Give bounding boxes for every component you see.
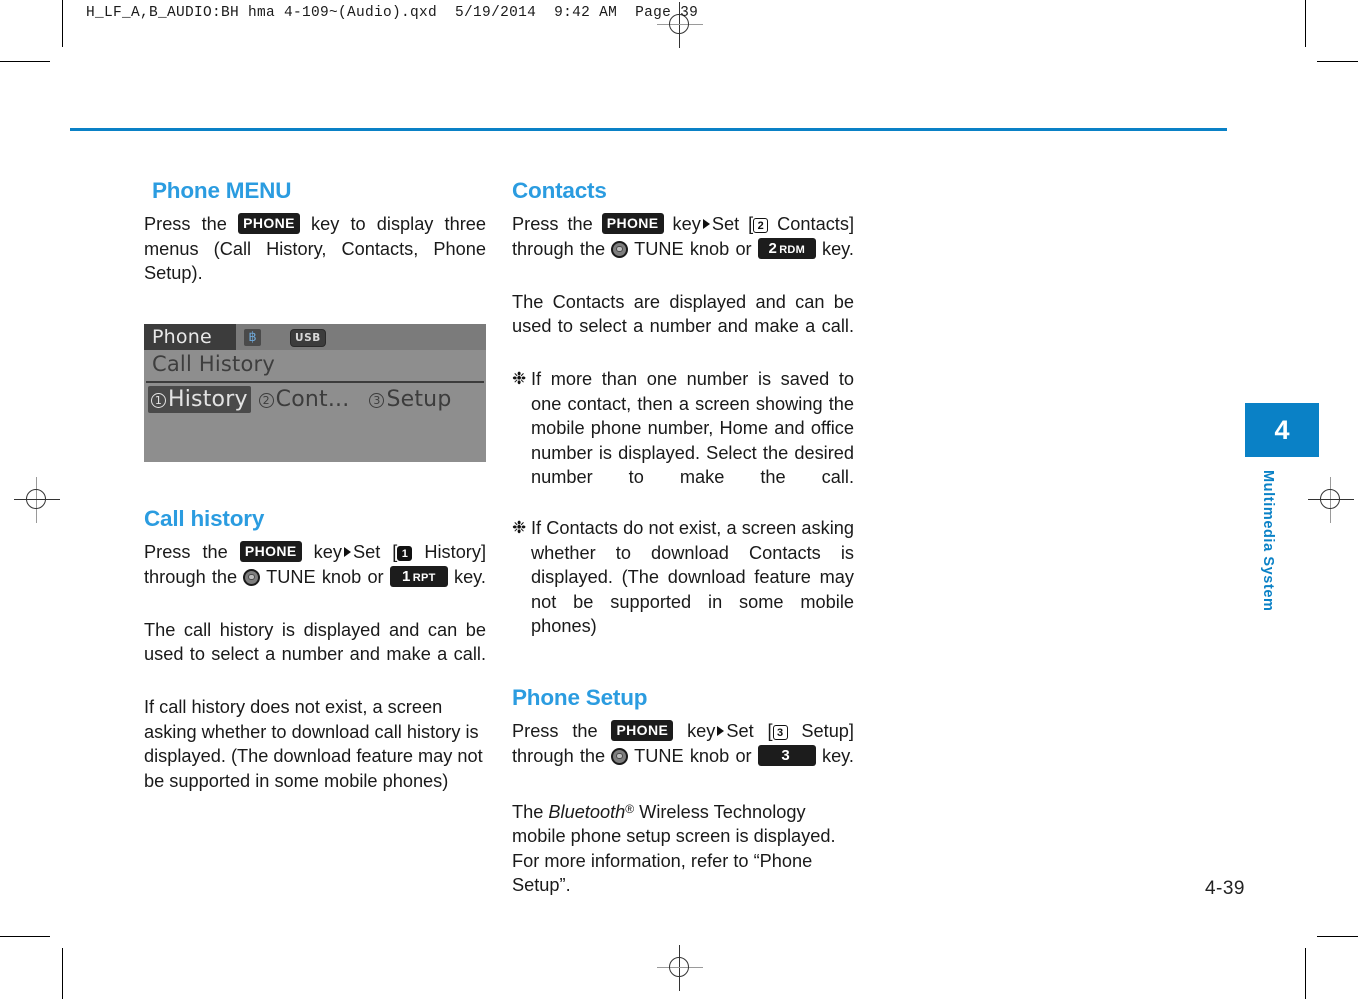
- key-badge-2-rdm: 2 RDM: [757, 237, 816, 259]
- key-badge-3-number: 3: [781, 746, 791, 764]
- phone-setup-para2-a: The: [512, 801, 544, 822]
- screen-menu-number-1: 1: [151, 393, 166, 408]
- phone-setup-paragraph-2: The Bluetooth® Wireless Technology mobil…: [512, 797, 854, 923]
- contacts-line1-b: key: [672, 214, 701, 234]
- call-history-line1-a: Press the: [144, 542, 228, 562]
- phone-setup-line1-c: Set [: [726, 721, 773, 741]
- screen-title-tab: Phone: [144, 324, 236, 350]
- crop-mark-bottom-left-horizontal: [0, 936, 50, 937]
- screen-menu-item-contacts[interactable]: 2 Cont...: [257, 386, 352, 413]
- crop-mark-top-right-horizontal: [1317, 61, 1358, 62]
- phone-setup-instruction-paragraph: Press the PHONE key Set [3 Setup] through…: [512, 719, 854, 793]
- contacts-knob-label: TUNE knob or: [634, 238, 752, 259]
- contacts-note-1: ❉ If more than one number is saved to on…: [512, 367, 854, 514]
- crop-mark-bottom-right-horizontal: [1317, 936, 1358, 937]
- call-history-paragraph-2: The call history is displayed and can be…: [144, 619, 486, 665]
- chapter-tab-label: Multimedia System: [1260, 470, 1276, 612]
- head-unit-screen-illustration: Phone ฿ USB Call History 1 History 2 Cont.…: [144, 324, 486, 462]
- screen-menu-number-3: 3: [369, 393, 385, 408]
- call-history-instruction-paragraph: Press the PHONE key Set [1 History] throu…: [144, 540, 486, 614]
- contacts-note-2-text: If Contacts do not exist, a screen askin…: [531, 518, 854, 636]
- arrow-separator-icon: [343, 547, 351, 557]
- key-badge-phone: PHONE: [239, 540, 302, 562]
- screen-title-bar: Phone ฿ USB: [144, 324, 486, 350]
- arrow-separator-icon: [702, 219, 710, 229]
- screen-menu-row: 1 History 2 Cont... 3 Setup: [148, 386, 454, 413]
- chapter-tab-number: 4: [1245, 403, 1319, 457]
- screen-subtitle: Call History: [152, 352, 275, 376]
- crop-mark-top-right-vertical: [1305, 0, 1306, 47]
- key-badge-3: 3: [757, 744, 816, 766]
- page-top-rule: [70, 128, 1227, 131]
- tune-knob-icon: [611, 747, 629, 765]
- contacts-note-2: ❉ If Contacts do not exist, a screen ask…: [512, 516, 854, 663]
- screen-menu-item-history[interactable]: 1 History: [148, 386, 251, 413]
- crop-mark-top-left-horizontal: [0, 61, 50, 62]
- contacts-paragraph-2: The Contacts are displayed and can be us…: [512, 291, 854, 337]
- phone-menu-intro-a: Press the: [144, 214, 227, 234]
- screen-menu-item-setup[interactable]: 3 Setup: [367, 386, 453, 413]
- right-column: Contacts Press the PHONE key Set [2 Conta…: [512, 178, 854, 926]
- tune-knob-icon: [611, 240, 629, 258]
- contacts-note-1-text: If more than one number is saved to one …: [531, 369, 854, 487]
- file-header-strip: H_LF_A,B_AUDIO:BH hma 4-109~(Audio).qxd …: [86, 5, 699, 21]
- screen-menu-label-2: Cont...: [275, 387, 350, 412]
- registration-mark-left: [14, 477, 60, 523]
- section-heading-phone-setup: Phone Setup: [512, 685, 648, 710]
- registered-trademark-symbol: ®: [625, 801, 635, 816]
- usb-badge: USB: [290, 329, 326, 347]
- key-badge-1-rpt-number: 1: [401, 567, 411, 585]
- key-badge-2-rdm-number: 2: [768, 239, 778, 257]
- phone-menu-intro-paragraph: Press the PHONE key to display three men…: [144, 212, 486, 310]
- crop-mark-bottom-left-vertical: [62, 948, 63, 999]
- phone-setup-knob-label: TUNE knob or: [634, 745, 752, 766]
- screen-menu-label-3: Setup: [386, 387, 452, 412]
- phone-setup-line1-b: key: [687, 721, 716, 741]
- section-heading-phone-menu: Phone MENU: [152, 178, 292, 203]
- crop-mark-bottom-right-vertical: [1305, 948, 1306, 999]
- screen-menu-label-1: History: [168, 387, 248, 412]
- screen-divider: [146, 381, 484, 383]
- circled-number-3: 3: [772, 725, 788, 740]
- contacts-line1-a: Press the: [512, 214, 593, 234]
- contacts-line1-e: key.: [821, 238, 854, 259]
- key-badge-1-rpt: 1 RPT: [389, 565, 448, 587]
- key-badge-phone: PHONE: [601, 212, 664, 234]
- key-badge-phone: PHONE: [611, 719, 674, 741]
- page-number: 4-39: [1204, 878, 1245, 899]
- contacts-line1-c: Set [: [711, 214, 754, 234]
- call-history-line1-c: Set [: [352, 542, 398, 562]
- key-badge-1-rpt-sub: RPT: [412, 571, 436, 584]
- section-heading-contacts: Contacts: [512, 178, 607, 203]
- bluetooth-wordmark: Bluetooth: [548, 801, 626, 822]
- section-heading-call-history: Call history: [144, 506, 265, 531]
- registration-mark-bottom: [657, 945, 703, 991]
- contacts-instruction-paragraph: Press the PHONE key Set [2 Contacts] thro…: [512, 212, 854, 286]
- call-history-knob-label: TUNE knob or: [266, 566, 384, 587]
- call-history-paragraph-3: If call history does not exist, a screen…: [144, 697, 483, 791]
- note-bullet-icon: ❉: [512, 369, 527, 388]
- key-badge-2-rdm-sub: RDM: [779, 243, 806, 256]
- key-badge-phone: PHONE: [238, 212, 300, 234]
- crop-mark-top-left-vertical: [62, 0, 63, 47]
- call-history-line1-e: key.: [453, 566, 486, 587]
- note-bullet-icon: ❉: [512, 518, 527, 537]
- bluetooth-icon: ฿: [244, 329, 261, 346]
- circled-number-2: 2: [753, 218, 769, 233]
- left-column: Phone MENU Press the PHONE key to displa…: [144, 178, 486, 822]
- arrow-separator-icon: [717, 726, 725, 736]
- phone-setup-line1-a: Press the: [512, 721, 598, 741]
- circled-number-1: 1: [397, 546, 413, 561]
- tune-knob-icon: [243, 568, 261, 586]
- call-history-line1-b: key: [313, 542, 342, 562]
- registration-mark-right: [1308, 477, 1354, 523]
- screen-menu-number-2: 2: [258, 393, 274, 408]
- phone-setup-line1-e: key.: [821, 745, 854, 766]
